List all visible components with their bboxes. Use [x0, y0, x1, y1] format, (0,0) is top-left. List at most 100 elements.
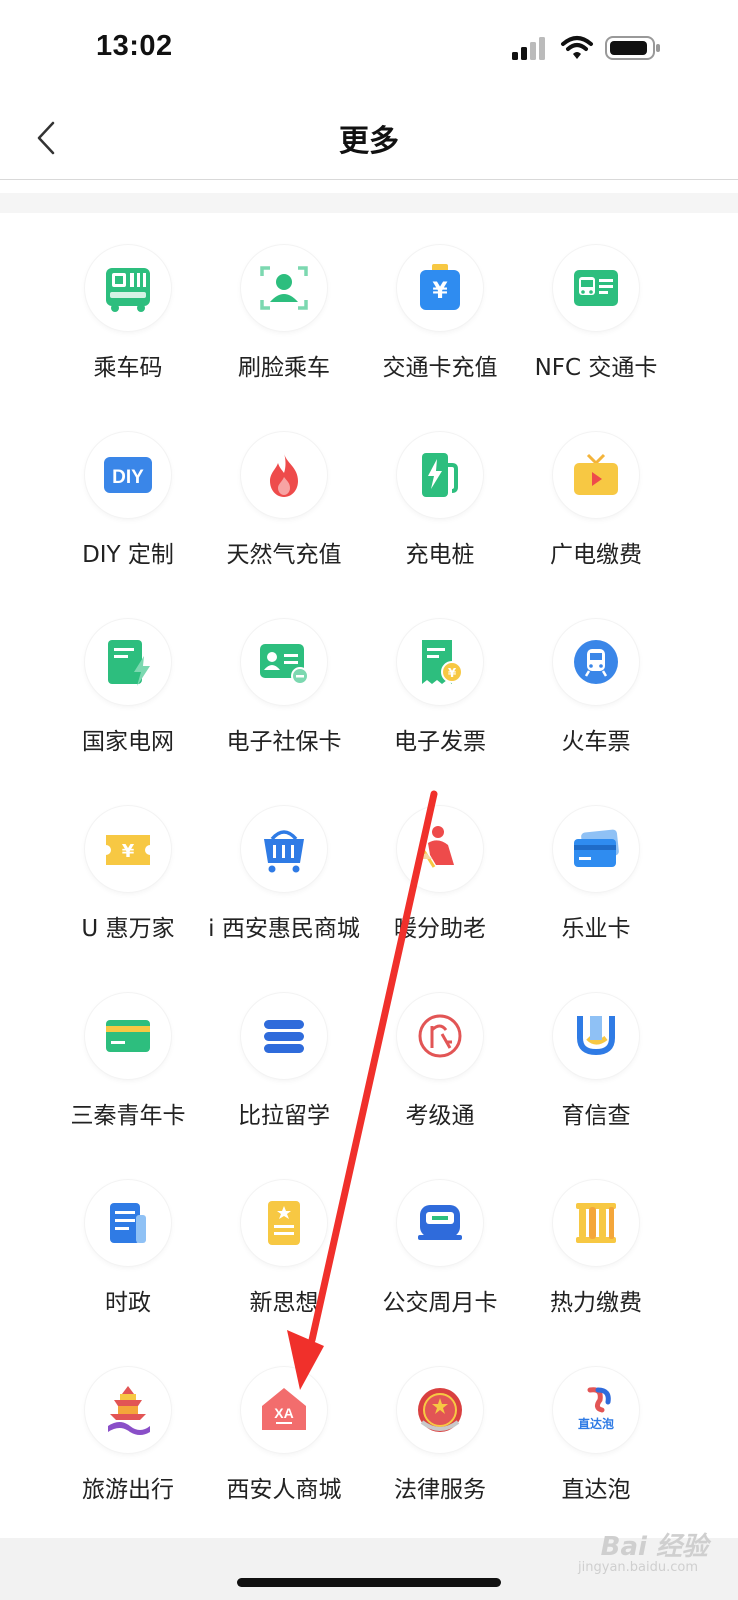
grid-item-label: 电子发票: [394, 729, 486, 755]
xa-logo-text: XA: [274, 1405, 293, 1421]
icon-circle: ¥: [397, 619, 483, 705]
grid-item-shizheng[interactable]: 时政: [48, 1148, 208, 1335]
status-bar: 13:02: [0, 0, 738, 96]
icon-circle: 直达泡: [553, 1367, 639, 1453]
icon-circle: [553, 245, 639, 331]
grid-item-label: 考级通: [405, 1103, 475, 1129]
grid-item-label: 交通卡充值: [382, 355, 498, 381]
status-time: 13:02: [96, 30, 173, 62]
grid-item-diy[interactable]: DIY DIY 定制: [48, 400, 208, 587]
grid-item-xinsixiang[interactable]: 新思想: [204, 1148, 364, 1335]
svg-text:¥: ¥: [432, 279, 448, 304]
grid-item-nfc-card[interactable]: NFC 交通卡: [516, 213, 676, 400]
flame-icon: [270, 453, 298, 497]
power-grid-icon: [108, 640, 150, 686]
icon-circle: [553, 1180, 639, 1266]
grid-item-kaojitong[interactable]: 考级通: [360, 961, 520, 1148]
icon-circle: DIY: [85, 432, 171, 518]
grid-item-charging[interactable]: 充电桩: [360, 400, 520, 587]
grid-item-tv[interactable]: 广电缴费: [516, 400, 676, 587]
icon-circle: [553, 619, 639, 705]
icon-circle: [241, 245, 327, 331]
train-icon: [574, 640, 618, 684]
status-icons: [510, 34, 670, 66]
grid-item-invoice[interactable]: ¥ 电子发票: [360, 587, 520, 774]
nfc-bus-card-icon: [574, 270, 618, 306]
icon-circle: [241, 432, 327, 518]
grid-item-heating[interactable]: 热力缴费: [516, 1148, 676, 1335]
grid-item-elderly[interactable]: 暖分助老: [360, 774, 520, 961]
social-security-card-icon: [260, 644, 309, 685]
grid-item-face-scan[interactable]: 刷脸乘车: [204, 213, 364, 400]
xa-mall-icon: XA: [262, 1388, 306, 1430]
bus-code-icon: [106, 268, 150, 312]
grid-item-label: 天然气充值: [226, 542, 342, 568]
news-icon: [110, 1203, 146, 1243]
page-title: 更多: [339, 124, 399, 159]
grid-item-label: 乐业卡: [561, 916, 631, 942]
battery-icon: [605, 36, 660, 60]
icon-circle: [85, 619, 171, 705]
svg-text:¥: ¥: [122, 841, 135, 862]
face-scan-icon: [260, 266, 308, 310]
icon-circle: ¥: [85, 806, 171, 892]
grid-item-gas[interactable]: 天然气充值: [204, 400, 364, 587]
nav-bar: 更多: [0, 96, 738, 180]
zhidapao-logo-text: 直达泡: [578, 1416, 614, 1431]
elderly-icon: [420, 826, 454, 868]
icon-circle: [397, 806, 483, 892]
stack-icon: [264, 1020, 304, 1053]
svg-text:DIY: DIY: [112, 467, 144, 488]
exam-logo-icon: [418, 1014, 462, 1058]
icon-circle: [85, 1180, 171, 1266]
grid-item-label: i 西安惠民商城: [208, 916, 360, 942]
card-recharge-icon: ¥: [420, 264, 460, 310]
grid-item-label: 时政: [105, 1290, 151, 1316]
grid-item-label: 刷脸乘车: [238, 355, 330, 381]
icon-circle: [241, 619, 327, 705]
grid-item-leye-card[interactable]: 乐业卡: [516, 774, 676, 961]
icon-circle: [241, 1180, 327, 1266]
svg-text:¥: ¥: [448, 666, 457, 680]
bank-card-icon: [574, 829, 619, 867]
grid-item-bila[interactable]: 比拉留学: [204, 961, 364, 1148]
grid-item-train[interactable]: 火车票: [516, 587, 676, 774]
grid-item-law[interactable]: 法律服务: [360, 1335, 520, 1522]
grid-item-label: 充电桩: [405, 542, 475, 568]
zhidapao-logo-icon: 直达泡: [578, 1387, 614, 1431]
grid-item-youth-card[interactable]: 三秦青年卡: [48, 961, 208, 1148]
invoice-icon: ¥: [422, 640, 463, 684]
grid-item-yuxincha[interactable]: 育信查: [516, 961, 676, 1148]
grid-item-huimin-mall[interactable]: i 西安惠民商城: [204, 774, 364, 961]
section-divider: [0, 193, 738, 213]
grid-item-card-recharge[interactable]: ¥ 交通卡充值: [360, 213, 520, 400]
grid-item-label: 火车票: [561, 729, 631, 755]
grid-item-xa-mall[interactable]: XA 西安人商城: [204, 1335, 364, 1522]
grid-item-u-hui[interactable]: ¥ U 惠万家: [48, 774, 208, 961]
grid-item-label: 法律服务: [394, 1477, 486, 1503]
youth-card-icon: [106, 1020, 150, 1052]
grid-item-power-grid[interactable]: 国家电网: [48, 587, 208, 774]
grid-item-label: 公交周月卡: [382, 1290, 498, 1316]
grid-item-label: 直达泡: [561, 1477, 631, 1503]
charging-pile-icon: [422, 453, 458, 497]
ideology-book-icon: [268, 1201, 300, 1245]
grid-item-label: 乘车码: [93, 355, 163, 381]
grid-item-label: 电子社保卡: [226, 729, 342, 755]
grid-item-bus-pass[interactable]: 公交周月卡: [360, 1148, 520, 1335]
grid-item-label: 西安人商城: [226, 1477, 342, 1503]
icon-circle: [397, 993, 483, 1079]
grid-item-label: 育信查: [561, 1103, 631, 1129]
grid-item-travel[interactable]: 旅游出行: [48, 1335, 208, 1522]
grid-item-label: 广电缴费: [550, 542, 642, 568]
grid-item-label: 新思想: [249, 1290, 319, 1316]
grid-item-social-security[interactable]: 电子社保卡: [204, 587, 364, 774]
watermark-url: jingyan.baidu.com: [578, 1560, 698, 1575]
grid-item-label: 旅游出行: [82, 1477, 174, 1503]
icon-circle: [397, 432, 483, 518]
grid-item-bus-code[interactable]: 乘车码: [48, 213, 208, 400]
grid-item-zhidapao[interactable]: 直达泡 直达泡: [516, 1335, 676, 1522]
icon-circle: XA: [241, 1367, 327, 1453]
home-indicator[interactable]: [237, 1578, 501, 1587]
law-emblem-icon: [418, 1388, 462, 1432]
